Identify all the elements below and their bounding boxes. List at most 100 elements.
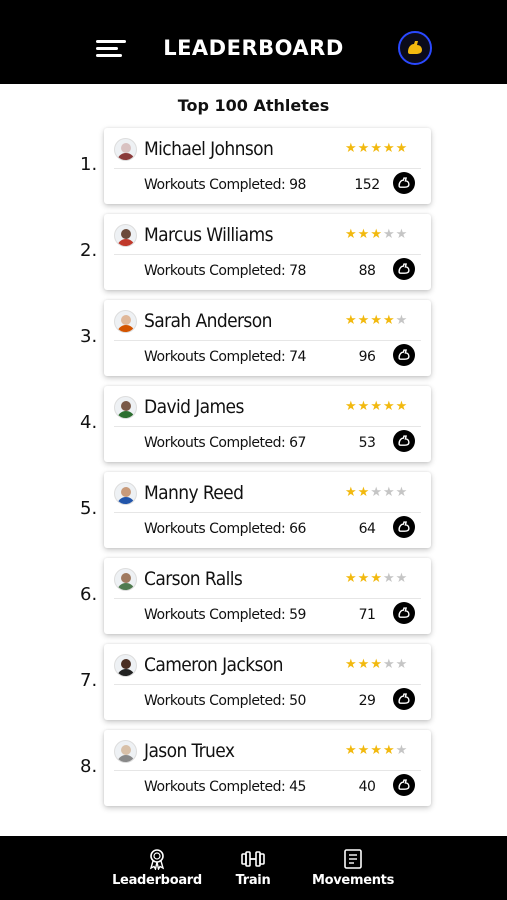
rank-number: 6.	[80, 584, 98, 605]
avatar	[114, 740, 137, 763]
star-filled-icon: ★	[345, 742, 358, 757]
divider	[114, 684, 421, 685]
star-filled-icon: ★	[382, 742, 396, 757]
athlete-name: Jason Truex	[144, 740, 235, 762]
points-count: 96	[358, 349, 376, 365]
star-empty-icon: ★	[382, 484, 396, 499]
avatar	[114, 482, 137, 505]
athlete-card[interactable]: Sarah Anderson ★★★★★ Workouts Completed: 7…	[104, 300, 431, 376]
points-count: 88	[358, 263, 376, 279]
star-filled-icon: ★	[357, 312, 371, 327]
star-rating: ★★★★★	[345, 742, 408, 758]
bottom-nav: Leaderboard Train Movements	[0, 836, 507, 900]
athlete-name: Michael Johnson	[144, 138, 274, 160]
nav-leaderboard[interactable]: Leaderboard	[112, 848, 202, 888]
flexed-bicep-icon	[393, 774, 415, 796]
star-filled-icon: ★	[382, 398, 396, 413]
medal-icon	[149, 849, 165, 870]
divider	[114, 598, 421, 599]
avatar	[114, 396, 137, 419]
points-count: 71	[358, 607, 376, 623]
points-count: 40	[358, 779, 376, 795]
star-rating: ★★★★★	[345, 398, 408, 414]
workouts-completed: Workouts Completed: 66	[144, 521, 306, 537]
flexed-bicep-icon	[393, 344, 415, 366]
leaderboard-row: 8. Jason Truex ★★★★★ Workouts Completed: 45…	[0, 730, 507, 806]
flexed-bicep-icon	[393, 172, 415, 194]
leaderboard-row: 3. Sarah Anderson ★★★★★ Workouts Completed:…	[0, 300, 507, 376]
star-filled-icon: ★	[370, 742, 383, 757]
star-filled-icon: ★	[357, 656, 371, 671]
star-filled-icon: ★	[370, 656, 383, 671]
athlete-name: Marcus Williams	[144, 224, 274, 246]
athlete-card[interactable]: David James ★★★★★ Workouts Completed: 67 53	[104, 386, 431, 462]
flexed-bicep-icon	[393, 516, 415, 538]
rank-number: 5.	[80, 498, 98, 519]
star-filled-icon: ★	[345, 656, 358, 671]
divider	[114, 426, 421, 427]
rank-number: 3.	[80, 326, 98, 347]
athlete-name: Sarah Anderson	[144, 310, 272, 332]
nav-label: Train	[235, 873, 271, 888]
star-filled-icon: ★	[370, 140, 383, 155]
dumbbell-icon	[241, 851, 265, 867]
star-empty-icon: ★	[382, 570, 396, 585]
profile-button[interactable]	[398, 31, 432, 65]
athlete-name: Carson Ralls	[144, 568, 243, 590]
star-filled-icon: ★	[370, 570, 383, 585]
athlete-card[interactable]: Cameron Jackson ★★★★★ Workouts Completed: …	[104, 644, 431, 720]
points-count: 64	[358, 521, 376, 537]
rank-number: 1.	[80, 154, 98, 175]
star-rating: ★★★★★	[345, 484, 408, 500]
avatar	[114, 568, 137, 591]
nav-label: Movements	[311, 873, 395, 888]
star-empty-icon: ★	[395, 742, 409, 757]
leaderboard-row: 7. Cameron Jackson ★★★★★ Workouts Completed…	[0, 644, 507, 720]
flexed-bicep-icon	[393, 688, 415, 710]
leaderboard-subtitle: Top 100 Athletes	[177, 96, 330, 115]
star-filled-icon: ★	[345, 226, 358, 241]
star-filled-icon: ★	[382, 140, 396, 155]
top-header: LEADERBOARD	[0, 0, 507, 84]
divider	[114, 254, 421, 255]
divider	[114, 770, 421, 771]
avatar	[114, 310, 137, 333]
athlete-name: David James	[144, 396, 244, 418]
book-icon	[344, 849, 362, 869]
athlete-card[interactable]: Michael Johnson ★★★★★ Workouts Completed: …	[104, 128, 431, 204]
flexed-bicep-icon	[393, 430, 415, 452]
leaderboard-row: 2. Marcus Williams ★★★★★ Workouts Completed…	[0, 214, 507, 290]
athlete-card[interactable]: Carson Ralls ★★★★★ Workouts Completed: 59 7…	[104, 558, 431, 634]
star-empty-icon: ★	[382, 656, 396, 671]
nav-train[interactable]: Train	[208, 848, 298, 888]
flexed-bicep-icon	[408, 41, 422, 54]
athlete-card[interactable]: Jason Truex ★★★★★ Workouts Completed: 45 40	[104, 730, 431, 806]
star-filled-icon: ★	[370, 312, 383, 327]
nav-label: Leaderboard	[112, 873, 202, 888]
flexed-bicep-icon	[393, 258, 415, 280]
workouts-completed: Workouts Completed: 98	[144, 177, 306, 193]
star-rating: ★★★★★	[345, 140, 408, 156]
nav-movements[interactable]: Movements	[308, 848, 398, 888]
star-filled-icon: ★	[357, 140, 371, 155]
star-filled-icon: ★	[382, 312, 396, 327]
star-filled-icon: ★	[357, 226, 371, 241]
points-count: 53	[358, 435, 376, 451]
star-filled-icon: ★	[345, 484, 358, 499]
leaderboard-row: 5. Manny Reed ★★★★★ Workouts Completed: 66 6…	[0, 472, 507, 548]
star-filled-icon: ★	[395, 140, 409, 155]
workouts-completed: Workouts Completed: 59	[144, 607, 306, 623]
star-filled-icon: ★	[370, 226, 383, 241]
star-filled-icon: ★	[345, 570, 358, 585]
flexed-bicep-icon	[393, 602, 415, 624]
star-filled-icon: ★	[357, 742, 371, 757]
star-filled-icon: ★	[395, 398, 409, 413]
star-rating: ★★★★★	[345, 570, 408, 586]
leaderboard-row: 6. Carson Ralls ★★★★★ Workouts Completed: 5…	[0, 558, 507, 634]
athlete-card[interactable]: Manny Reed ★★★★★ Workouts Completed: 66 64	[104, 472, 431, 548]
points-count: 29	[358, 693, 376, 709]
rank-number: 7.	[80, 670, 98, 691]
rank-number: 4.	[80, 412, 98, 433]
athlete-card[interactable]: Marcus Williams ★★★★★ Workouts Completed: …	[104, 214, 431, 290]
star-empty-icon: ★	[395, 570, 409, 585]
